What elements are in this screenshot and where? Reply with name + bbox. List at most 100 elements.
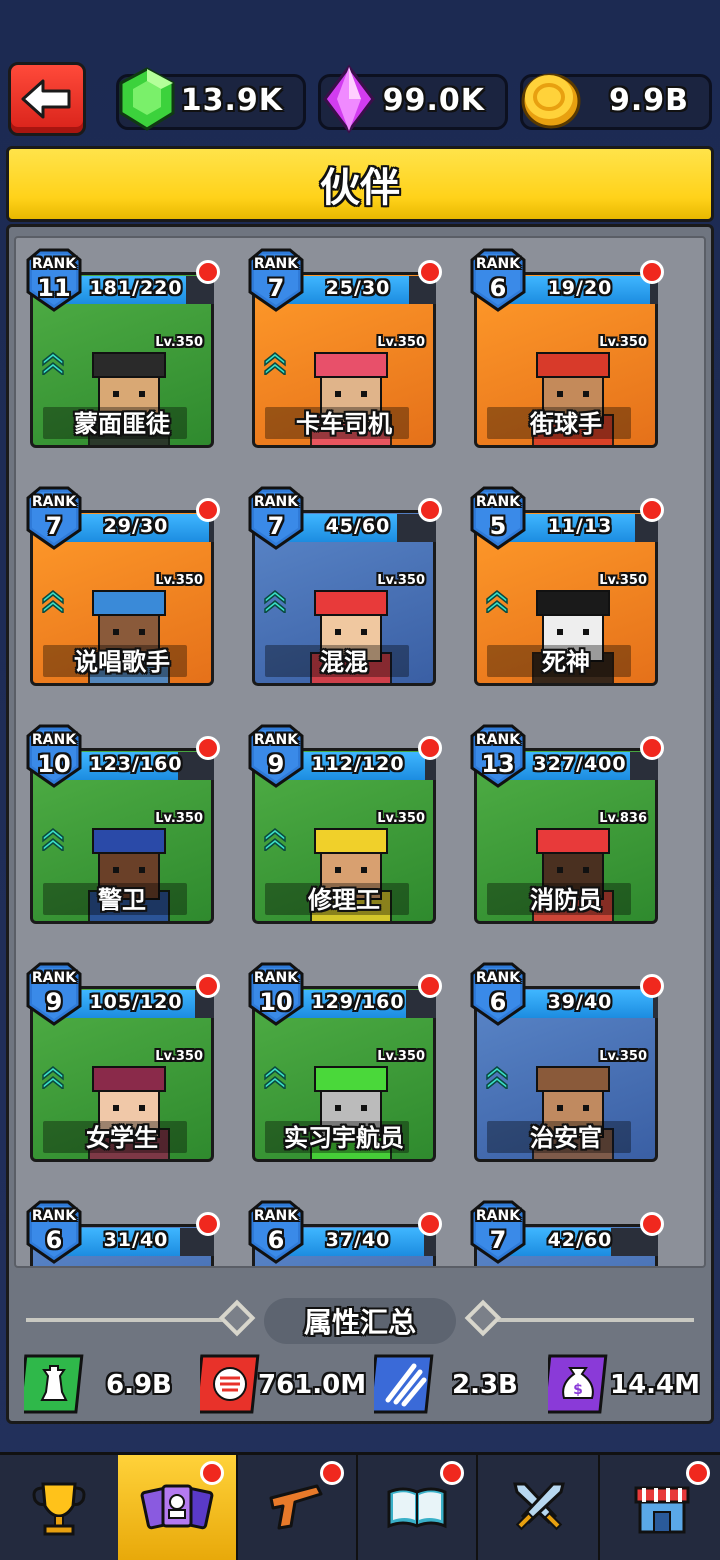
partner-card[interactable]: Lv.35037/40RANK6 xyxy=(248,1200,442,1266)
partner-card[interactable]: Lv.35031/40RANK6 xyxy=(26,1200,220,1266)
rank-number: 6 xyxy=(45,1226,63,1254)
card-level: Lv.350 xyxy=(377,811,425,826)
rank-number: 11 xyxy=(37,274,71,302)
partner-card[interactable]: Lv.350 治安官 39/40 RANK 6 xyxy=(470,962,664,1162)
summary-divider-right xyxy=(484,1318,694,1322)
partner-card[interactable]: Lv.350 说唱歌手 29/30 RANK 7 xyxy=(26,486,220,686)
rank-badge: RANK 9 xyxy=(248,724,304,788)
card-level: Lv.350 xyxy=(377,335,425,350)
upgrade-chevron-icon xyxy=(264,352,286,375)
partner-card[interactable]: Lv.350 混混 45/60 RANK 7 xyxy=(248,486,442,686)
card-notification-dot xyxy=(418,260,442,284)
upgrade-chevron-icon xyxy=(264,828,286,851)
stat-money: $ 14.4M xyxy=(542,1354,708,1414)
summary-header: 属性汇总 xyxy=(264,1298,456,1344)
partner-card[interactable]: Lv.350 死神 11/13 RANK 5 xyxy=(470,486,664,686)
crystal-counter: 99.0K xyxy=(318,64,508,134)
rank-number: 10 xyxy=(259,988,293,1016)
upgrade-chevron-icon xyxy=(264,1066,286,1089)
card-notification-dot xyxy=(196,974,220,998)
card-name: 实习宇航员 xyxy=(284,1124,404,1152)
card-notification-dot xyxy=(640,498,664,522)
rank-label: RANK xyxy=(253,256,299,272)
card-level: Lv.350 xyxy=(155,573,203,588)
card-notification-dot xyxy=(640,260,664,284)
rank-badge: RANK 5 xyxy=(470,486,526,550)
card-name: 街球手 xyxy=(530,410,602,438)
card-name: 消防员 xyxy=(530,886,602,914)
purple-gem-icon xyxy=(313,63,385,135)
rank-label: RANK xyxy=(475,732,521,748)
stat-tower: 6.9B xyxy=(18,1354,174,1414)
rank-label: RANK xyxy=(475,256,521,272)
partner-card[interactable]: Lv.350 街球手 19/20 RANK 6 xyxy=(470,248,664,448)
rank-badge: RANK 6 xyxy=(248,1200,304,1264)
rank-number: 5 xyxy=(489,512,507,540)
rank-label: RANK xyxy=(31,256,77,272)
rank-number: 7 xyxy=(267,512,285,540)
rank-number: 9 xyxy=(267,750,285,778)
card-level: Lv.836 xyxy=(599,811,647,826)
rank-label: RANK xyxy=(475,970,521,986)
partner-card[interactable]: Lv.350 女学生 105/120 RANK 9 xyxy=(26,962,220,1162)
rank-label: RANK xyxy=(253,732,299,748)
nav-book[interactable] xyxy=(358,1455,478,1560)
card-notification-dot xyxy=(418,1212,442,1236)
card-name: 警卫 xyxy=(98,886,146,914)
card-name: 死神 xyxy=(542,648,590,676)
nav-weapons[interactable] xyxy=(238,1455,358,1560)
nav-trophy[interactable] xyxy=(0,1455,120,1560)
stat-fist: 761.0M xyxy=(194,1354,370,1414)
card-name: 女学生 xyxy=(86,1124,158,1152)
gold-coin-icon xyxy=(515,63,587,135)
back-button[interactable] xyxy=(8,62,86,136)
card-notification-dot xyxy=(196,260,220,284)
back-arrow-icon xyxy=(21,79,71,119)
rank-label: RANK xyxy=(253,970,299,986)
rank-number: 7 xyxy=(489,1226,507,1254)
rank-badge: RANK 7 xyxy=(26,486,82,550)
nav-battle[interactable] xyxy=(480,1455,600,1560)
upgrade-chevron-icon xyxy=(42,352,64,375)
card-name: 说唱歌手 xyxy=(74,648,170,676)
partner-card[interactable]: Lv.350 卡车司机 25/30 RANK 7 xyxy=(248,248,442,448)
nav-shop[interactable] xyxy=(602,1455,720,1560)
partner-card[interactable]: Lv.350 实习宇航员 129/160 RANK 10 xyxy=(248,962,442,1162)
partner-card[interactable]: Lv.350 修理工 112/120 RANK 9 xyxy=(248,724,442,924)
rank-number: 9 xyxy=(45,988,63,1016)
crystal-value: 99.0K xyxy=(382,83,485,118)
rank-label: RANK xyxy=(31,970,77,986)
crossed-swords-icon xyxy=(513,1482,565,1530)
trophy-icon xyxy=(32,1482,86,1535)
rank-label: RANK xyxy=(475,1208,521,1224)
rank-badge: RANK 6 xyxy=(470,248,526,312)
nav-partners[interactable] xyxy=(118,1455,238,1560)
fist-icon xyxy=(194,1354,260,1414)
rank-badge: RANK 6 xyxy=(470,962,526,1026)
rank-label: RANK xyxy=(475,494,521,510)
rank-badge: RANK 7 xyxy=(470,1200,526,1264)
rank-number: 6 xyxy=(489,274,507,302)
partner-card[interactable]: Lv.35042/60RANK7 xyxy=(470,1200,664,1266)
stat-money-value: 14.4M xyxy=(610,1370,701,1400)
summary-divider-left xyxy=(26,1318,236,1322)
card-notification-dot xyxy=(418,736,442,760)
partner-card[interactable]: Lv.350 警卫 123/160 RANK 10 xyxy=(26,724,220,924)
rank-badge: RANK 9 xyxy=(26,962,82,1026)
rank-badge: RANK 7 xyxy=(248,248,304,312)
nav-book-badge xyxy=(440,1461,464,1485)
partner-card[interactable]: Lv.836 消防员 327/400 RANK 13 xyxy=(470,724,664,924)
card-level: Lv.350 xyxy=(599,573,647,588)
emerald-counter: 13.9K xyxy=(116,67,306,131)
card-name: 修理工 xyxy=(308,886,380,914)
rank-badge: RANK 6 xyxy=(26,1200,82,1264)
card-level: Lv.350 xyxy=(155,335,203,350)
partner-grid[interactable]: Lv.350 蒙面匪徒 181/220 RANK 11 Lv.350 卡车司机 25/30 RA… xyxy=(14,236,706,1268)
emerald-value: 13.9K xyxy=(180,83,283,118)
card-level: Lv.350 xyxy=(377,573,425,588)
card-name: 混混 xyxy=(320,648,368,676)
title-bar: 伙伴 xyxy=(6,146,714,222)
green-gem-icon xyxy=(111,63,183,135)
partner-card[interactable]: Lv.350 蒙面匪徒 181/220 RANK 11 xyxy=(26,248,220,448)
summary-title: 属性汇总 xyxy=(303,1306,416,1339)
